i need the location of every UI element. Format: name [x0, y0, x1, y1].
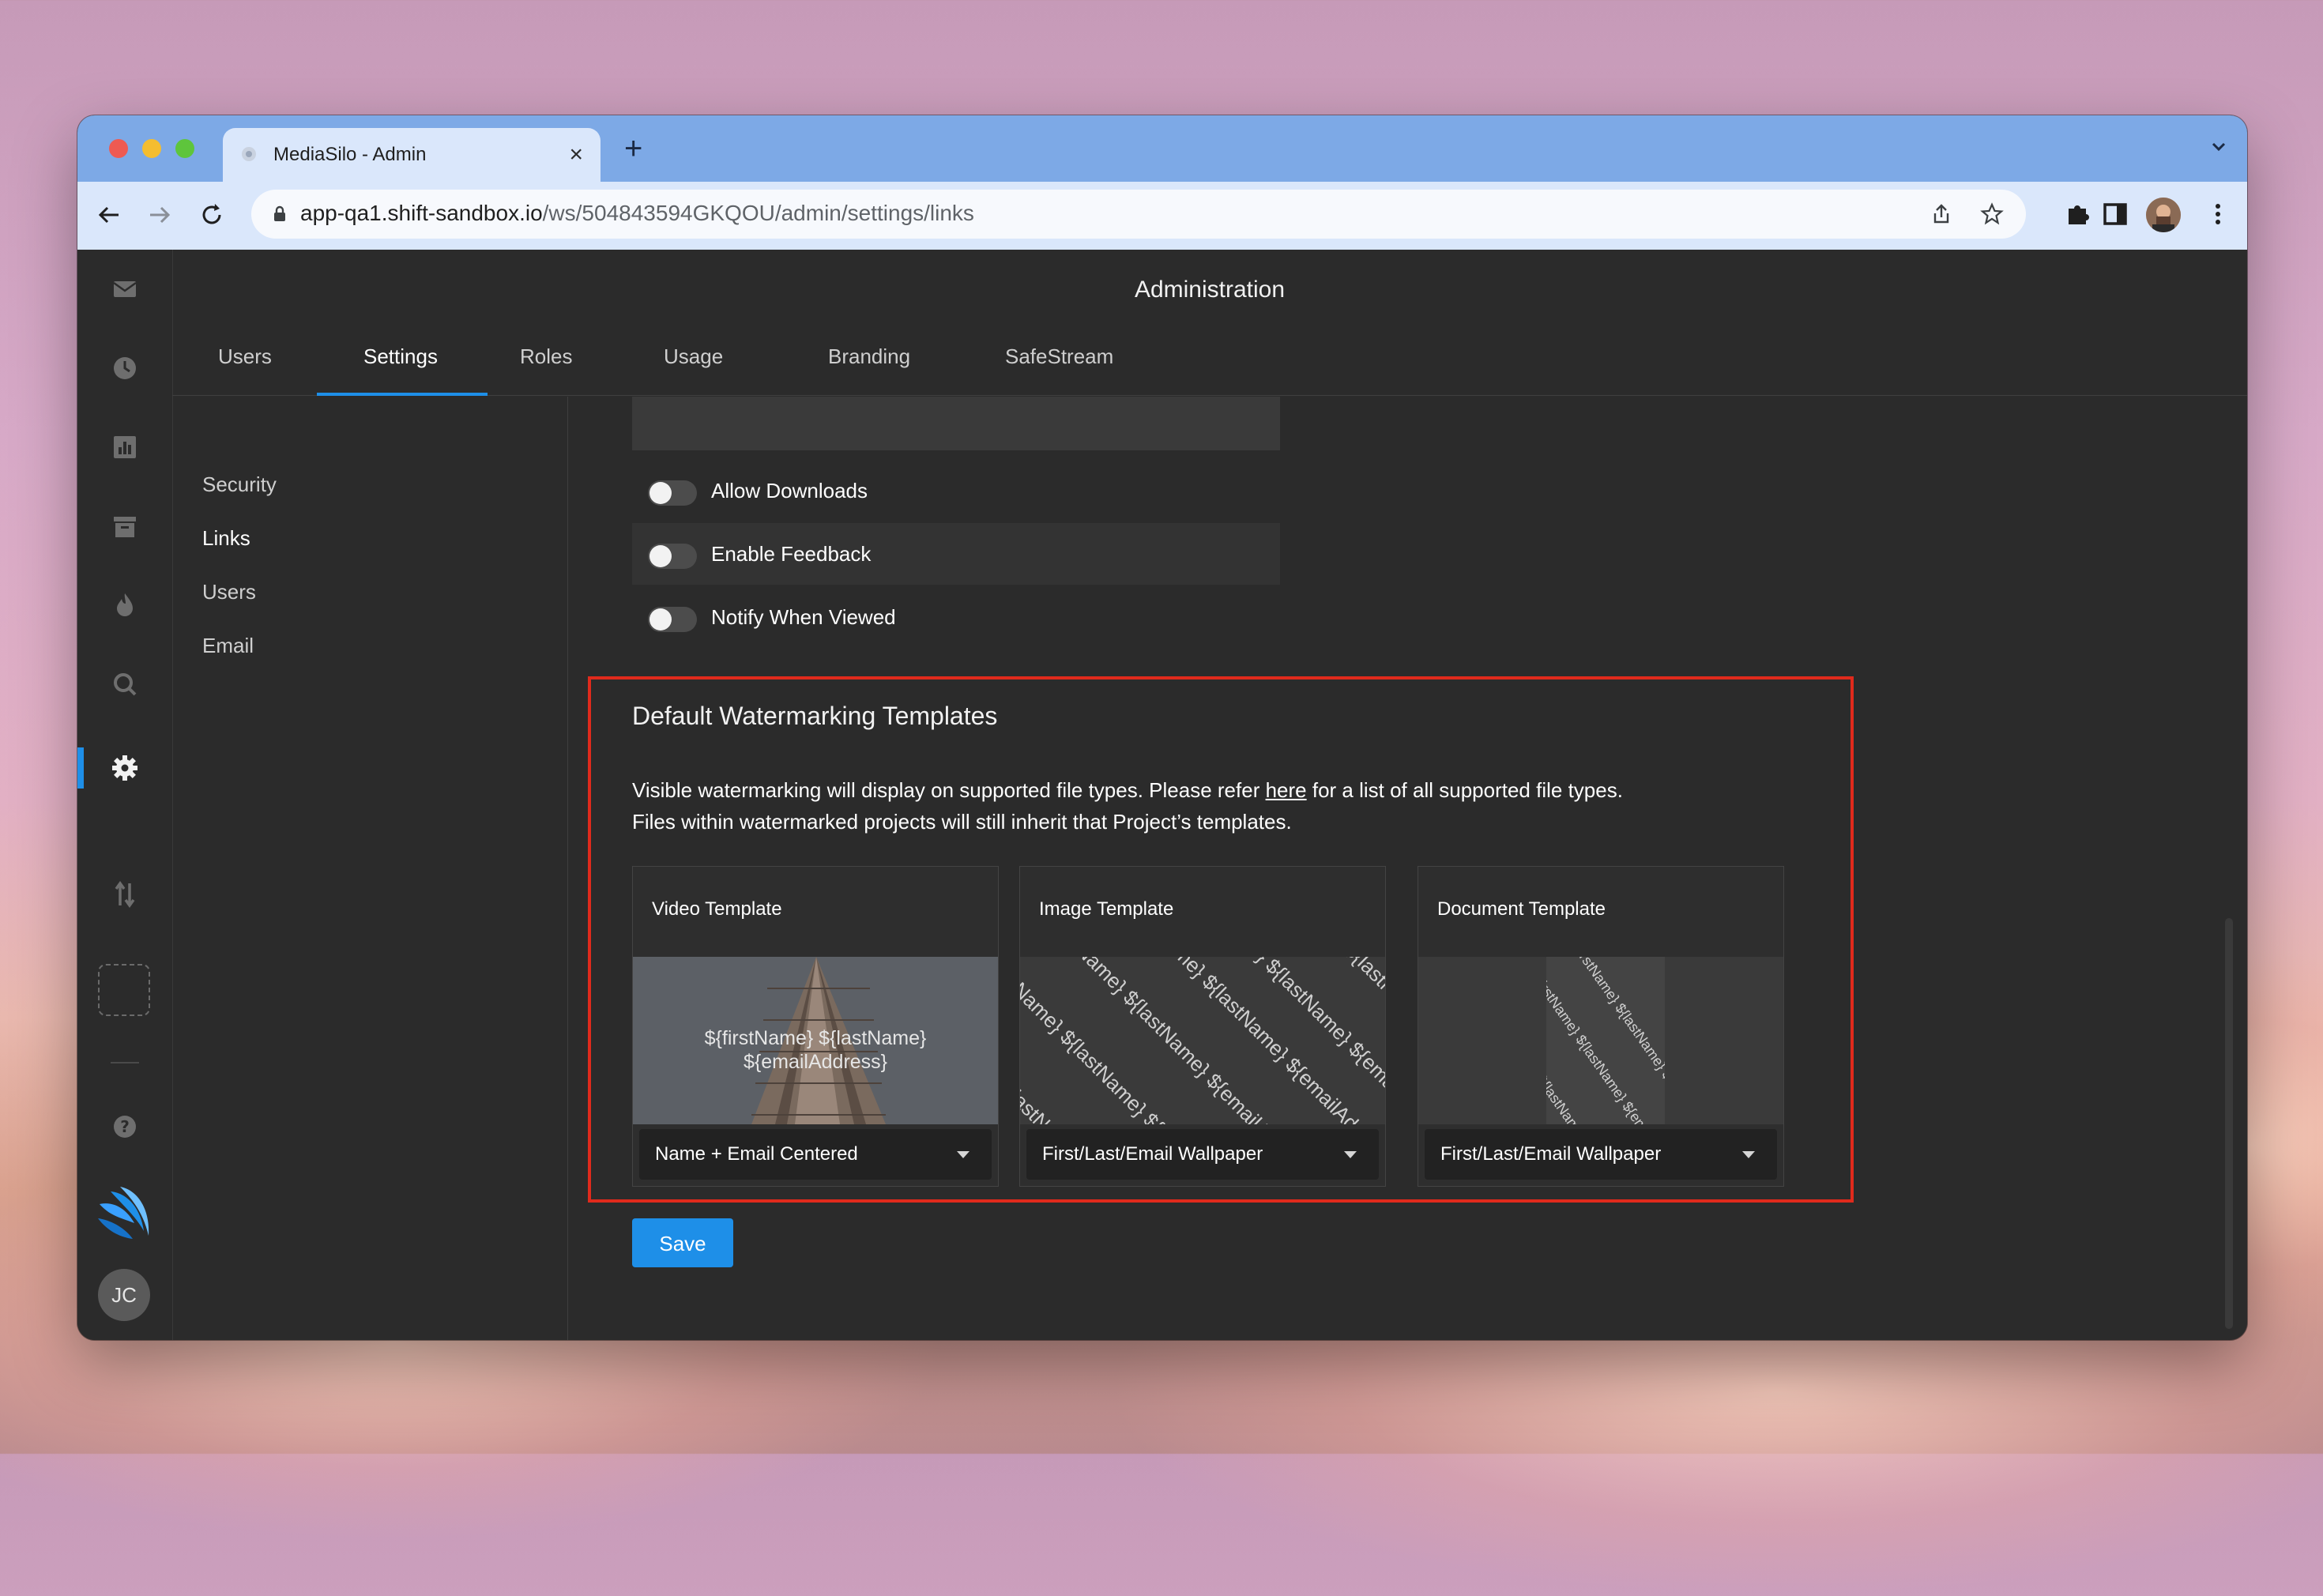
card-title: Video Template: [652, 898, 782, 920]
tab-safestream[interactable]: SafeStream: [1005, 344, 1113, 369]
video-template-preview: ${firstName} ${lastName} ${emailAddress}: [633, 957, 998, 1124]
new-tab-icon[interactable]: +: [624, 133, 642, 164]
side-panel-icon[interactable]: [2100, 199, 2130, 229]
extensions-puzzle-icon[interactable]: [2062, 199, 2092, 229]
tab-roles[interactable]: Roles: [520, 344, 572, 369]
save-button[interactable]: Save: [632, 1218, 733, 1267]
rail-divider: [111, 1062, 139, 1063]
subnav-item-email[interactable]: Email: [202, 634, 254, 658]
video-template-select[interactable]: Name + Email Centered: [639, 1129, 992, 1180]
bookmark-star-icon[interactable]: [1980, 202, 2004, 226]
admin-tabs: Users Settings Roles Usage Branding Safe…: [172, 313, 2247, 396]
svg-text:?: ?: [120, 1117, 130, 1136]
image-template-card: Image Template ${firstName} ${lastName} …: [1019, 866, 1386, 1187]
supported-file-types-link[interactable]: here: [1266, 778, 1307, 802]
caret-down-icon: [1344, 1151, 1357, 1158]
toggle-row-enable-feedback: Enable Feedback: [632, 523, 1280, 585]
user-avatar[interactable]: JC: [98, 1269, 150, 1321]
mediasilo-logo-icon[interactable]: [93, 1182, 156, 1245]
caret-down-icon: [957, 1151, 969, 1158]
search-icon[interactable]: [109, 668, 141, 700]
watermark-description: Visible watermarking will display on sup…: [632, 778, 1623, 834]
tab-users[interactable]: Users: [218, 344, 272, 369]
browser-toolbar: app-qa1.shift-sandbox.io/ws/504843594GKQ…: [77, 182, 2247, 250]
watermark-overlay-text: ${firstName} ${lastName} ${emailAddress}: [704, 1027, 927, 1073]
video-template-card: Video Template ${firstName} ${lastName} …: [632, 866, 999, 1187]
address-bar[interactable]: app-qa1.shift-sandbox.io/ws/504843594GKQ…: [251, 190, 2026, 239]
settings-subnav: Security Links Users Email: [172, 397, 568, 1340]
url-text[interactable]: app-qa1.shift-sandbox.io/ws/504843594GKQ…: [300, 201, 974, 226]
browser-window: MediaSilo - Admin × + app-qa1.shift-sand…: [77, 115, 2247, 1340]
minimize-window-icon[interactable]: [142, 139, 161, 158]
maximize-window-icon[interactable]: [175, 139, 194, 158]
watermark-section-title: Default Watermarking Templates: [632, 702, 998, 730]
back-arrow-icon[interactable]: [93, 199, 125, 231]
tab-list-chevron-icon[interactable]: [2209, 137, 2228, 156]
document-template-preview: ${firstName} ${lastName} ${emailAddress}…: [1418, 957, 1783, 1124]
close-window-icon[interactable]: [109, 139, 128, 158]
share-icon[interactable]: [1930, 202, 1953, 226]
image-template-preview: ${firstName} ${lastName} ${emailAddress}…: [1020, 957, 1385, 1124]
page-title: Administration: [1134, 277, 1286, 303]
analytics-chart-icon[interactable]: [109, 431, 141, 463]
tab-settings[interactable]: Settings: [363, 344, 438, 369]
toggle-row-allow-downloads: Allow Downloads: [632, 460, 1280, 521]
profile-avatar[interactable]: [2146, 198, 2181, 232]
browser-tab[interactable]: MediaSilo - Admin ×: [223, 128, 601, 182]
help-question-icon[interactable]: ?: [109, 1111, 141, 1142]
tab-title: MediaSilo - Admin: [273, 144, 427, 165]
toggle-knob: [649, 545, 672, 567]
document-page: ${firstName} ${lastName} ${emailAddress}…: [1546, 957, 1665, 1124]
notify-when-viewed-toggle[interactable]: [648, 607, 697, 632]
toggle-knob: [649, 608, 672, 630]
enable-feedback-toggle[interactable]: [648, 544, 697, 569]
settings-main: Allow Downloads Enable Feedback Notify W…: [567, 397, 2247, 1340]
left-rail: ? JC: [77, 250, 173, 1340]
card-title: Document Template: [1437, 898, 1606, 920]
active-tab-underline: [317, 393, 488, 396]
select-value: First/Last/Email Wallpaper: [1440, 1143, 1662, 1165]
subnav-item-security[interactable]: Security: [202, 472, 277, 497]
mediasilo-favicon-icon: [242, 147, 256, 161]
toggle-label: Enable Feedback: [711, 542, 872, 566]
browser-menu-icon[interactable]: [2206, 199, 2230, 229]
tab-branding[interactable]: Branding: [828, 344, 910, 369]
archive-icon[interactable]: [109, 510, 141, 542]
app-content: ? JC Administration Users Settings Roles…: [77, 250, 2247, 1340]
document-template-select[interactable]: First/Last/Email Wallpaper: [1425, 1129, 1777, 1180]
select-value: First/Last/Email Wallpaper: [1042, 1143, 1263, 1165]
tab-strip: MediaSilo - Admin × +: [77, 115, 2247, 182]
document-template-card: Document Template ${firstName} ${lastNam…: [1418, 866, 1784, 1187]
subnav-item-users[interactable]: Users: [202, 580, 256, 604]
previous-field-box[interactable]: [632, 397, 1280, 450]
scrollbar[interactable]: [2225, 918, 2233, 1329]
image-template-select[interactable]: First/Last/Email Wallpaper: [1026, 1129, 1379, 1180]
drop-zone-placeholder[interactable]: [98, 964, 150, 1016]
hot-flame-icon[interactable]: [109, 589, 141, 621]
rail-active-indicator: [77, 747, 84, 789]
tab-close-icon[interactable]: ×: [569, 139, 583, 171]
card-title: Image Template: [1039, 898, 1174, 920]
forward-arrow-icon[interactable]: [144, 199, 175, 231]
recent-clock-icon[interactable]: [109, 352, 141, 384]
toggle-knob: [649, 482, 672, 504]
subnav-item-links[interactable]: Links: [202, 526, 250, 551]
tab-usage[interactable]: Usage: [664, 344, 723, 369]
reload-icon[interactable]: [196, 199, 228, 231]
caret-down-icon: [1742, 1151, 1755, 1158]
toggle-label: Allow Downloads: [711, 479, 868, 503]
profile-photo-icon: [2146, 198, 2181, 232]
toggle-label: Notify When Viewed: [711, 605, 896, 629]
toggle-row-notify-when-viewed: Notify When Viewed: [632, 586, 1280, 648]
allow-downloads-toggle[interactable]: [648, 480, 697, 506]
settings-gear-icon[interactable]: [109, 752, 141, 784]
select-value: Name + Email Centered: [655, 1143, 858, 1165]
transfer-arrows-icon[interactable]: [109, 879, 141, 910]
lock-icon[interactable]: [272, 205, 288, 223]
